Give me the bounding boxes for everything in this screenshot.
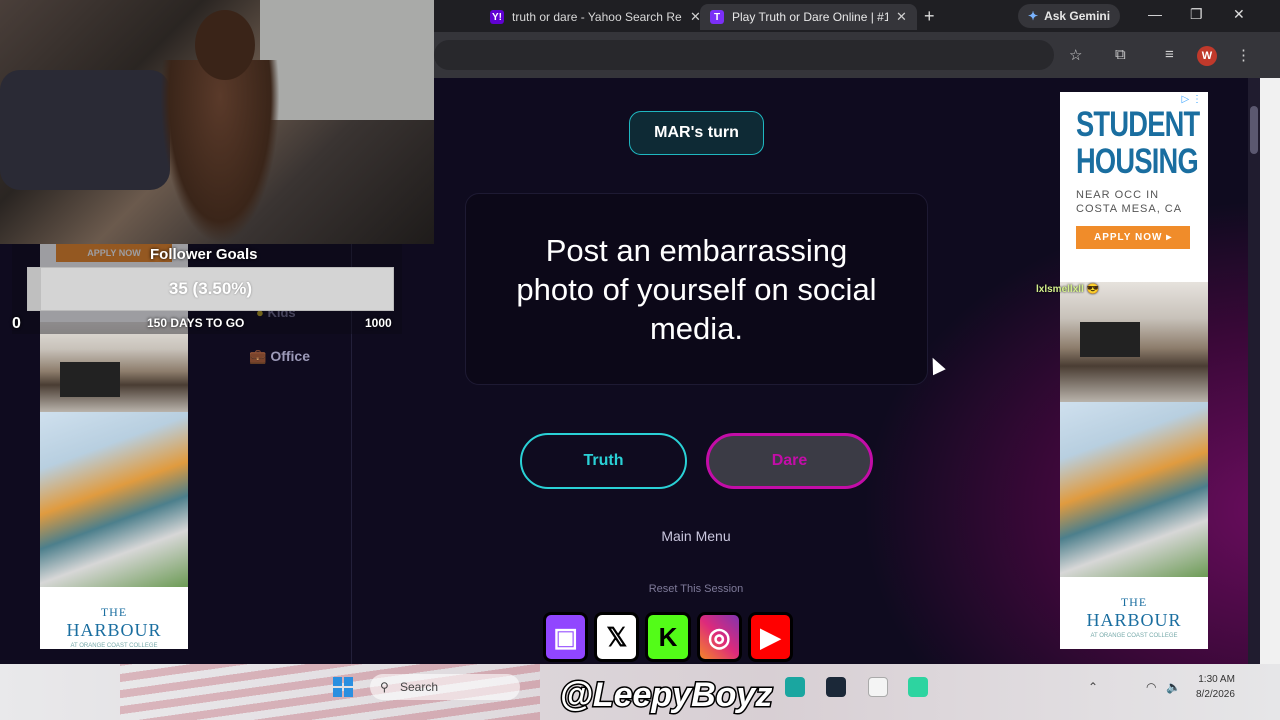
ad-logo-sub: AT ORANGE COAST COLLEGE — [1090, 633, 1178, 639]
prompt-card: Post an embarrassing photo of yourself o… — [465, 193, 928, 385]
ad-headline-2: HOUSING — [1076, 142, 1199, 181]
truth-button[interactable]: Truth — [520, 433, 687, 489]
restore-icon[interactable]: ❐ — [1190, 6, 1203, 23]
briefcase-icon: 💼 — [249, 348, 267, 364]
ad-building-image — [40, 412, 188, 587]
ad-sub-1: NEAR OCC IN — [1076, 189, 1160, 201]
minimize-icon[interactable]: — — [1148, 6, 1162, 22]
social-icons-strip: ▣ 𝕏 K ◎ ▶ — [543, 612, 794, 664]
steam-icon[interactable] — [826, 677, 846, 697]
instagram-icon: ◎ — [696, 612, 742, 662]
clock-date: 8/2/2026 — [1196, 689, 1235, 700]
webcam-head — [195, 10, 255, 80]
ad-header: STUDENT HOUSING NEAR OCC IN COSTA MESA, … — [1060, 92, 1208, 282]
windows-start-icon[interactable] — [333, 677, 353, 697]
taskbar-search[interactable]: ⚲ Search — [370, 674, 520, 700]
ad-headline-1: STUDENT — [1076, 105, 1200, 144]
app-icon-2[interactable] — [908, 677, 928, 697]
tab-truth-or-dare[interactable]: T Play Truth or Dare Online | #1 G ✕ — [700, 4, 917, 30]
screen: Y! truth or dare - Yahoo Search Re ✕ T P… — [0, 0, 1280, 720]
media-controls-icon[interactable]: ≡ — [1165, 46, 1174, 63]
webcam-person — [160, 60, 280, 244]
ad-kitchen-image — [1060, 282, 1208, 402]
webcam-feed — [0, 0, 434, 244]
kick-icon: K — [645, 612, 691, 662]
chat-message: lxlsmellxll 😎 — [1036, 284, 1100, 295]
turn-indicator: MAR's turn — [629, 111, 764, 155]
webcam-wall — [260, 0, 434, 120]
tab-title: truth or dare - Yahoo Search Re — [512, 10, 682, 24]
menu-icon[interactable]: ⋮ — [1236, 46, 1251, 64]
sidebar-item-office[interactable]: 💼 Office — [249, 348, 310, 365]
follower-goals-min: 0 — [12, 315, 21, 332]
address-bar[interactable] — [434, 40, 1054, 70]
x-icon: 𝕏 — [594, 612, 640, 662]
yahoo-favicon-icon: Y! — [490, 10, 504, 24]
bookmark-star-icon[interactable]: ☆ — [1069, 46, 1082, 64]
ad-logo: THE HARBOUR AT ORANGE COAST COLLEGE — [1060, 577, 1208, 649]
taskbar-clock[interactable]: 1:30 AM 8/2/2026 — [1196, 672, 1235, 702]
new-tab-button[interactable]: + — [924, 6, 935, 27]
wifi-icon[interactable]: ◠ — [1146, 680, 1156, 694]
taskbar-search-placeholder: Search — [400, 680, 439, 694]
ad-sub-2: COSTA MESA, CA — [1076, 203, 1183, 215]
ad-logo-name: HARBOUR — [1086, 610, 1182, 630]
scroll-thumb[interactable] — [1250, 106, 1258, 154]
search-icon: ⚲ — [380, 680, 389, 694]
follower-goals-title: Follower Goals — [150, 246, 258, 263]
file-icon[interactable] — [868, 677, 888, 697]
youtube-icon: ▶ — [747, 612, 794, 662]
ad-logo-name: HARBOUR — [66, 620, 162, 640]
ad-logo: THE HARBOUR AT ORANGE COAST COLLEGE — [40, 587, 188, 649]
reset-session-link[interactable]: Reset This Session — [620, 583, 772, 595]
gemini-sparkle-icon: ✦ — [1028, 9, 1039, 23]
right-ad-banner[interactable]: ▷ ⋮ STUDENT HOUSING NEAR OCC IN COSTA ME… — [1060, 92, 1208, 649]
volume-icon[interactable]: 🔈 — [1166, 680, 1181, 694]
main-menu-link[interactable]: Main Menu — [640, 528, 752, 544]
streamer-handle: @LeepyBoyz — [558, 675, 774, 716]
tab-title: Play Truth or Dare Online | #1 G — [732, 10, 888, 24]
ad-building-image — [1060, 402, 1208, 577]
sidebar-item-label: Office — [270, 348, 311, 364]
ad-logo-the: THE — [1120, 595, 1148, 609]
ad-apply-button[interactable]: APPLY NOW ▸ — [1076, 226, 1191, 249]
prompt-text: Post an embarrassing photo of yourself o… — [516, 232, 877, 346]
profile-avatar[interactable]: W — [1197, 46, 1217, 66]
close-window-icon[interactable]: ✕ — [1233, 6, 1245, 23]
follower-goals-max: 1000 — [365, 316, 392, 330]
page-scrollbar[interactable] — [1248, 78, 1260, 664]
ad-choices-icon[interactable]: ▷ ⋮ — [1182, 94, 1202, 105]
clock-time: 1:30 AM — [1198, 674, 1235, 685]
extensions-icon[interactable]: ⧉ — [1115, 46, 1126, 63]
tab-yahoo-search[interactable]: Y! truth or dare - Yahoo Search Re ✕ — [480, 4, 711, 30]
ask-gemini-button[interactable]: ✦ Ask Gemini — [1018, 4, 1121, 28]
gemini-label: Ask Gemini — [1044, 9, 1111, 23]
webcam-couch — [0, 70, 170, 190]
ad-logo-the: THE — [100, 605, 128, 619]
ad-logo-sub: AT ORANGE COAST COLLEGE — [70, 643, 158, 649]
tray-overflow-icon[interactable]: ⌃ — [1088, 680, 1098, 694]
follower-goals-value: 35 (3.50%) — [168, 279, 253, 298]
dare-button[interactable]: Dare — [706, 433, 873, 489]
ad-kitchen-image — [40, 322, 188, 412]
close-tab-icon[interactable]: ✕ — [896, 9, 907, 25]
site-favicon-icon: T — [710, 10, 724, 24]
twitch-icon: ▣ — [543, 612, 589, 662]
follower-goals-days: 150 DAYS TO GO — [147, 316, 245, 330]
right-edge — [1260, 78, 1280, 664]
